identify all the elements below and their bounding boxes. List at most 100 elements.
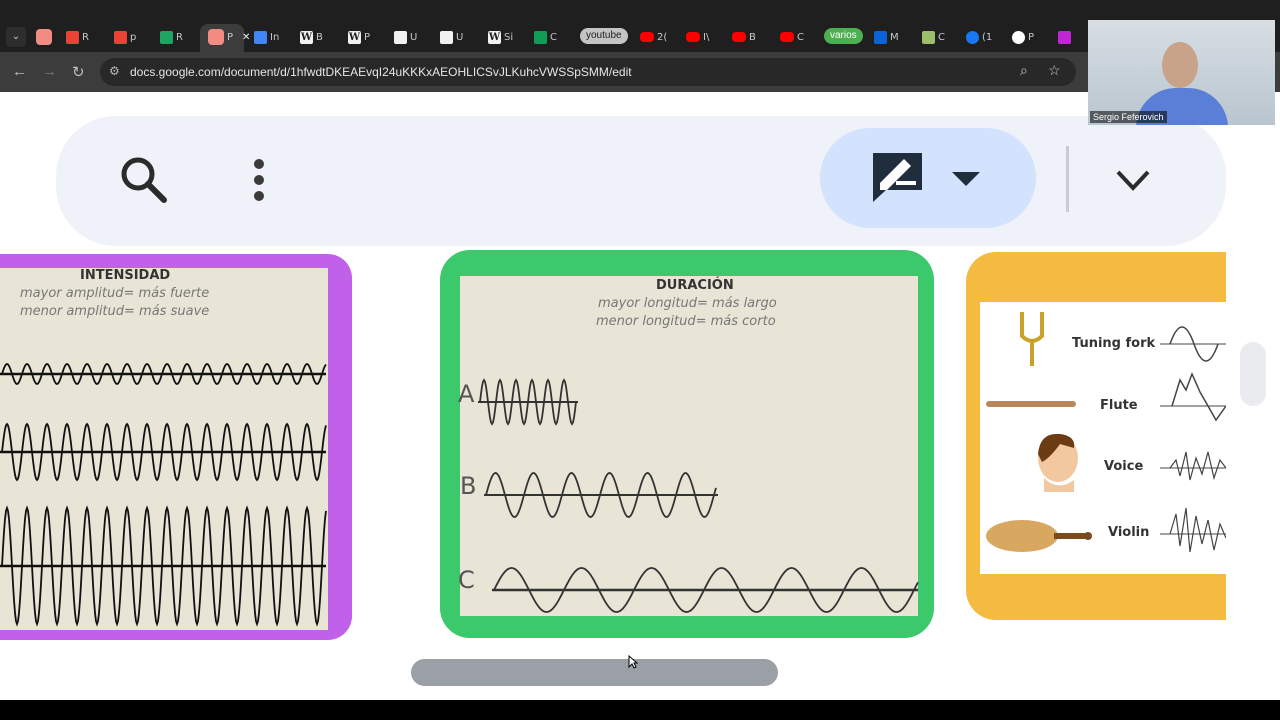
chevron-down-icon[interactable] — [1116, 170, 1150, 192]
wikipedia-icon: W — [300, 30, 313, 44]
tab-item[interactable]: R — [66, 26, 89, 48]
timbre-card: Tuning fork Flute Voice Violin — [966, 252, 1226, 620]
youtube-icon — [732, 32, 746, 42]
timbre-item-flute: Flute — [1100, 398, 1138, 413]
tab-item[interactable]: M — [874, 26, 899, 48]
slack-icon — [1058, 30, 1071, 44]
edit-mode-icon — [873, 153, 922, 202]
tab-label: B — [749, 31, 756, 43]
gmail-icon — [66, 30, 79, 44]
more-vert-icon[interactable] — [252, 158, 266, 204]
tab-label: R — [176, 31, 183, 43]
tab-item[interactable]: C — [780, 26, 804, 48]
reload-icon[interactable]: ↻ — [72, 63, 85, 81]
tab-item[interactable]: WP — [348, 26, 370, 48]
wikipedia-icon: W — [488, 30, 501, 44]
docs-icon — [254, 30, 267, 44]
tab-item[interactable]: C — [534, 26, 557, 48]
intensidad-title: INTENSIDAD — [80, 268, 171, 283]
tab-label: B — [316, 31, 323, 43]
piano-icon — [394, 30, 407, 44]
horizontal-scrollbar-thumb[interactable] — [411, 659, 778, 686]
person-head — [1162, 42, 1198, 88]
webcam-name-label: Sergio Feferovich — [1090, 111, 1167, 123]
duracion-card: DURACIÓN mayor longitud= más largo menor… — [440, 250, 934, 638]
toolbar-divider — [1066, 146, 1069, 212]
tab-item[interactable]: 2( — [640, 26, 667, 48]
tab-item[interactable]: R — [160, 26, 183, 48]
search-icon[interactable] — [118, 154, 168, 204]
close-tab-icon[interactable]: ✕ — [242, 32, 250, 43]
intensidad-line-2: menor amplitud= más suave — [20, 304, 210, 319]
bookmark-star-icon[interactable]: ☆ — [1048, 62, 1061, 79]
site-settings-icon[interactable]: ⚙ — [109, 64, 120, 78]
timbre-waveforms — [1160, 326, 1226, 553]
tab-label: C — [797, 31, 804, 43]
tab-group-youtube[interactable]: youtube — [580, 28, 628, 44]
editing-mode-button[interactable] — [820, 128, 1036, 228]
outlook-icon — [874, 30, 887, 44]
generic-red-icon — [36, 29, 52, 45]
timbre-item-tuning-fork: Tuning fork — [1072, 336, 1156, 351]
caret-down-icon — [952, 172, 980, 186]
tab-label: p — [130, 31, 137, 43]
tab-search-button[interactable]: ⌄ — [6, 27, 26, 47]
bottom-black-bar — [0, 700, 1280, 720]
tab-item[interactable]: C — [922, 26, 945, 48]
violin-icon — [986, 520, 1092, 552]
tab-label: In — [270, 31, 280, 43]
url-field[interactable]: ⚙ docs.google.com/document/d/1hfwdtDKEAE… — [100, 58, 1076, 86]
timbre-item-voice: Voice — [1104, 459, 1144, 474]
tab-label: R — [82, 31, 89, 43]
chess-icon — [922, 30, 935, 44]
tab-item[interactable]: U — [394, 26, 417, 48]
youtube-icon — [640, 32, 654, 42]
document-area: INTENSIDAD mayor amplitud= más fuerte me… — [0, 92, 1280, 700]
duracion-waves — [478, 378, 919, 613]
tab-item[interactable]: B — [732, 26, 756, 48]
flute-icon — [986, 401, 1076, 407]
docs-floating-toolbar — [56, 116, 1226, 246]
tab-item[interactable]: W Si — [488, 26, 513, 48]
tab-label: C — [550, 31, 557, 43]
tab-item[interactable] — [1058, 26, 1074, 48]
tab-label: U — [456, 31, 464, 43]
tab-label: I\ — [703, 31, 710, 43]
google-icon — [1012, 30, 1025, 44]
tab-group-varios[interactable]: varios — [824, 28, 863, 44]
intensidad-line-1: mayor amplitud= más fuerte — [20, 286, 210, 301]
zoom-icon[interactable]: ⌕ — [1020, 62, 1028, 79]
tab-item[interactable]: WB — [300, 26, 323, 48]
piano-icon — [440, 30, 453, 44]
youtube-icon — [686, 32, 700, 42]
gmail-icon — [114, 30, 127, 44]
back-arrow-icon[interactable]: ← — [12, 63, 27, 80]
tab-active-item[interactable]: P ✕ — [208, 26, 250, 48]
facebook-icon — [966, 30, 979, 44]
tab-label: Si — [504, 31, 514, 43]
mouse-cursor-icon — [628, 655, 638, 669]
drive-icon — [160, 30, 173, 44]
tab-label: P — [227, 31, 234, 43]
tab-item[interactable]: I\ — [686, 26, 709, 48]
tab-label: M — [890, 31, 899, 43]
youtube-icon — [780, 32, 794, 42]
tab-item[interactable]: In — [254, 26, 279, 48]
timbre-item-violin: Violin — [1108, 525, 1150, 540]
webcam-overlay: Sergio Feferovich — [1088, 20, 1275, 125]
tab-item[interactable] — [36, 26, 55, 48]
tab-item[interactable]: P — [1012, 26, 1034, 48]
intensidad-card: INTENSIDAD mayor amplitud= más fuerte me… — [0, 254, 352, 640]
voice-face-icon — [1038, 433, 1078, 492]
vertical-scrollbar-thumb[interactable] — [1240, 342, 1266, 406]
tab-label: P — [1028, 31, 1035, 43]
wikipedia-icon: W — [348, 30, 361, 44]
tab-label: (1 — [982, 31, 993, 43]
tab-item[interactable]: p — [114, 26, 136, 48]
tab-item[interactable]: U — [440, 26, 463, 48]
forward-arrow-icon[interactable]: → — [42, 63, 57, 80]
tab-label: U — [410, 31, 418, 43]
tab-item[interactable]: (1 — [966, 26, 992, 48]
url-text: docs.google.com/document/d/1hfwdtDKEAEvq… — [130, 65, 632, 79]
tuning-fork-icon — [1020, 312, 1044, 366]
